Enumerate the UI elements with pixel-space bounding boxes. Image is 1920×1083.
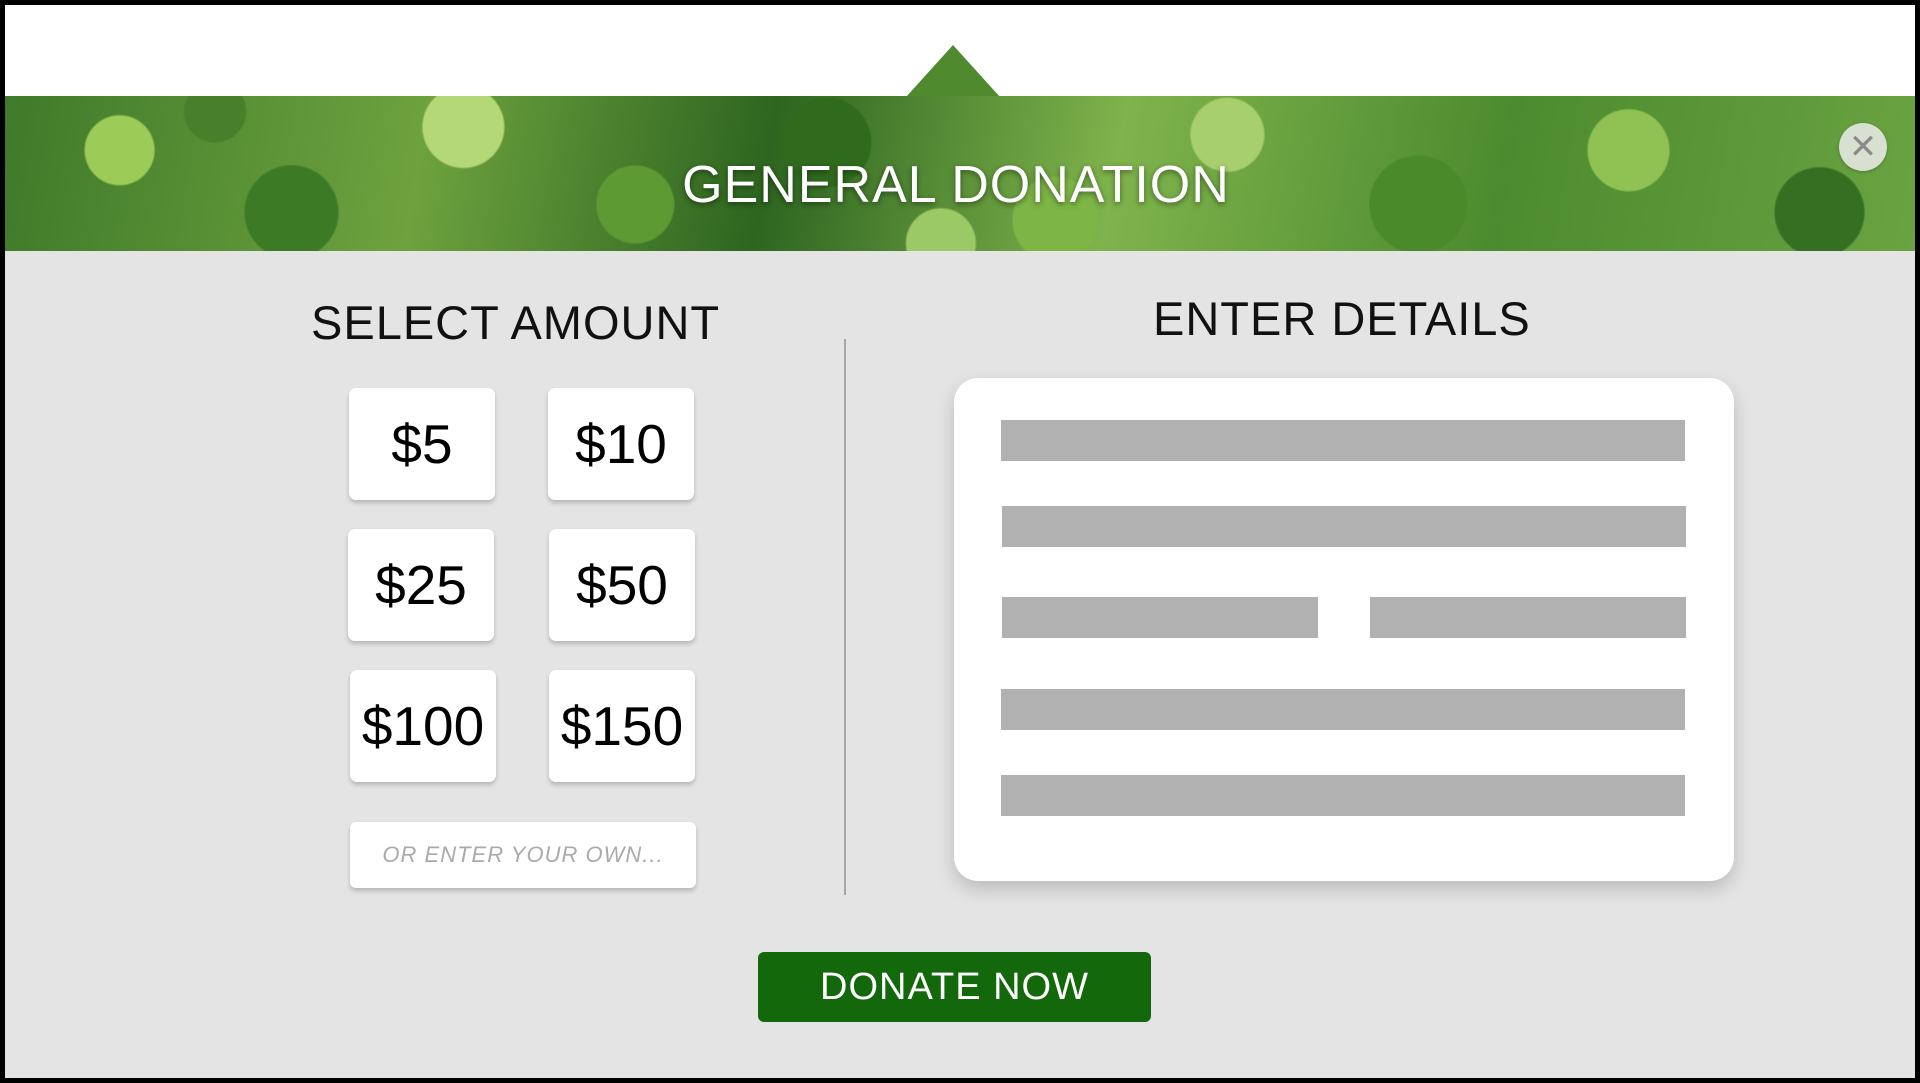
banner-notch	[906, 45, 1000, 97]
amount-option-25[interactable]: $25	[348, 529, 494, 641]
enter-details-heading: ENTER DETAILS	[1153, 292, 1531, 345]
details-form-card	[954, 378, 1734, 881]
details-field-3a[interactable]	[1002, 597, 1318, 638]
select-amount-heading: SELECT AMOUNT	[311, 296, 721, 349]
amount-option-5[interactable]: $5	[349, 388, 495, 500]
amount-option-100[interactable]: $100	[350, 670, 496, 782]
section-divider	[844, 339, 846, 895]
custom-amount-input[interactable]	[350, 822, 696, 888]
close-button[interactable]: ✕	[1839, 123, 1887, 171]
amount-option-50[interactable]: $50	[549, 529, 695, 641]
modal-title: GENERAL DONATION	[682, 156, 1230, 214]
donate-now-button[interactable]: DONATE NOW	[758, 952, 1151, 1022]
close-icon: ✕	[1848, 127, 1878, 167]
details-field-4[interactable]	[1001, 689, 1685, 730]
donation-modal: GENERAL DONATION ✕ SELECT AMOUNT ENTER D…	[5, 5, 1915, 1078]
details-field-5[interactable]	[1001, 775, 1685, 816]
amount-option-10[interactable]: $10	[548, 388, 694, 500]
amount-option-150[interactable]: $150	[549, 670, 695, 782]
details-field-3b[interactable]	[1370, 597, 1686, 638]
details-field-2[interactable]	[1002, 506, 1686, 547]
details-field-1[interactable]	[1001, 420, 1685, 461]
